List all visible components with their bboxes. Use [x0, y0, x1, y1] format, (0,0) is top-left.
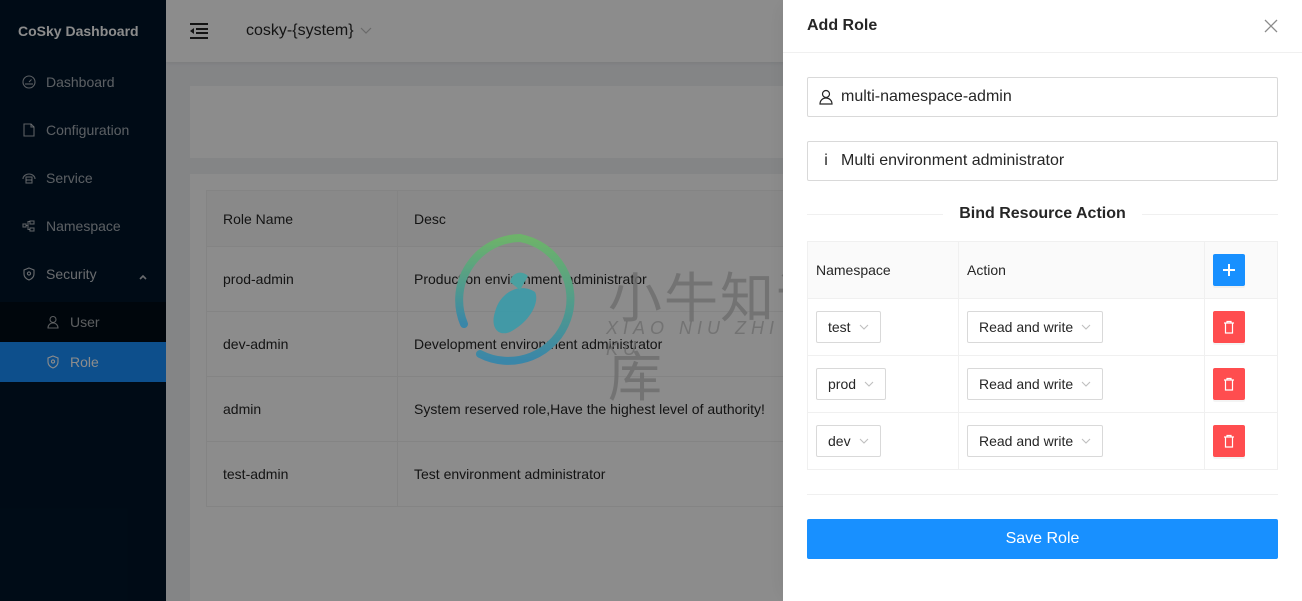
chevron-down-icon	[859, 324, 869, 330]
trash-icon	[1224, 434, 1234, 448]
action-select[interactable]: Read and write	[967, 425, 1104, 457]
info-icon: i	[824, 152, 828, 169]
namespace-select-value: test	[828, 319, 851, 335]
drawer-header: Add Role	[783, 0, 1302, 53]
column-header-action: Action	[958, 241, 1205, 299]
chevron-down-icon	[1081, 381, 1091, 387]
divider	[807, 494, 1278, 495]
user-icon	[819, 89, 833, 105]
role-name-input[interactable]	[841, 88, 1266, 106]
action-select[interactable]: Read and write	[967, 368, 1104, 400]
action-select-value: Read and write	[979, 319, 1074, 335]
trash-icon	[1224, 377, 1234, 391]
role-desc-field[interactable]: i	[807, 141, 1278, 181]
plus-icon	[1223, 264, 1235, 276]
bind-resource-divider: Bind Resource Action	[807, 205, 1279, 223]
delete-binding-button[interactable]	[1213, 425, 1245, 457]
chevron-down-icon	[859, 438, 869, 444]
binding-row: test Read and write	[807, 298, 1278, 356]
bind-resource-table: Namespace Action test Read and write pro…	[807, 241, 1278, 470]
namespace-select-value: dev	[828, 433, 851, 449]
binding-row: dev Read and write	[807, 412, 1278, 470]
action-select[interactable]: Read and write	[967, 311, 1104, 343]
action-select-value: Read and write	[979, 376, 1074, 392]
add-binding-button[interactable]	[1213, 254, 1245, 286]
chevron-down-icon	[864, 381, 874, 387]
binding-row: prod Read and write	[807, 355, 1278, 413]
action-select-value: Read and write	[979, 433, 1074, 449]
bind-resource-title: Bind Resource Action	[959, 205, 1126, 222]
delete-binding-button[interactable]	[1213, 311, 1245, 343]
close-icon[interactable]	[1264, 19, 1278, 33]
chevron-down-icon	[1081, 324, 1091, 330]
column-header-namespace: Namespace	[807, 241, 959, 299]
role-name-field[interactable]	[807, 77, 1278, 117]
drawer-title: Add Role	[807, 17, 878, 34]
chevron-down-icon	[1081, 438, 1091, 444]
namespace-select[interactable]: dev	[816, 425, 881, 457]
delete-binding-button[interactable]	[1213, 368, 1245, 400]
namespace-select-value: prod	[828, 376, 857, 392]
add-role-drawer: Add Role i Bind Resource Action Namespac…	[783, 0, 1302, 601]
namespace-select[interactable]: prod	[816, 368, 887, 400]
column-header-operations	[1204, 241, 1278, 299]
role-desc-input[interactable]	[841, 152, 1266, 170]
trash-icon	[1224, 320, 1234, 334]
namespace-select[interactable]: test	[816, 311, 881, 343]
drawer-body: i Bind Resource Action Namespace Action	[783, 53, 1302, 583]
table-header-row: Namespace Action	[807, 241, 1278, 299]
save-role-button[interactable]: Save Role	[807, 519, 1278, 559]
